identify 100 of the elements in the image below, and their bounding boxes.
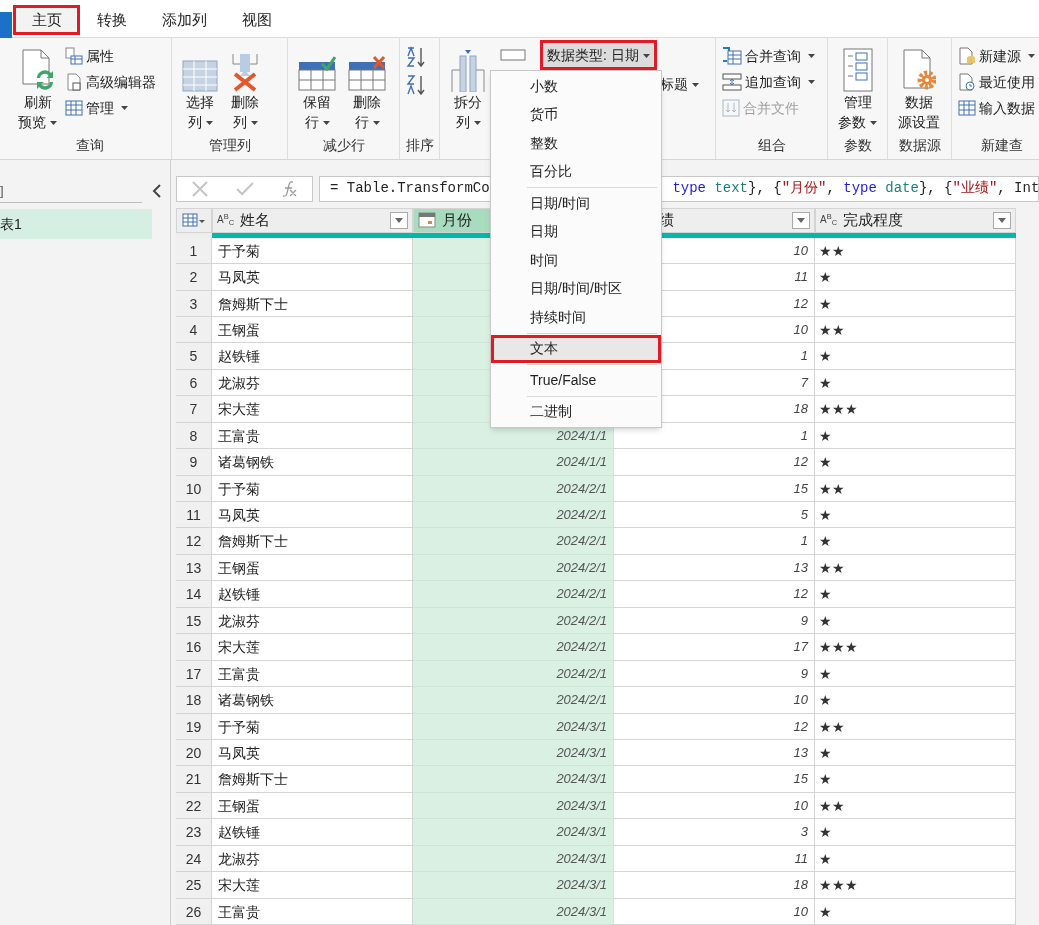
row-number: 23 — [176, 819, 212, 846]
row-number: 22 — [176, 792, 212, 820]
table-cell: ★ — [815, 581, 1016, 608]
table-cell: 2024/3/1 — [413, 898, 614, 925]
table-cell: 18 — [614, 872, 815, 899]
row-number: 1 — [176, 237, 212, 265]
table-cell: 马凤英 — [212, 502, 413, 529]
table-cell: 12 — [614, 713, 815, 740]
table-cell: 马凤英 — [212, 264, 413, 291]
table-cell: 15 — [614, 475, 815, 502]
table-cell: 12 — [614, 581, 815, 608]
table-cell: ★ — [815, 290, 1016, 317]
table-cell: ★ — [815, 343, 1016, 370]
row-number: 12 — [176, 528, 212, 555]
row-number: 13 — [176, 554, 212, 582]
row-number: 4 — [176, 316, 212, 344]
panel-header: ] — [0, 183, 4, 198]
table-cell: 5 — [614, 502, 815, 529]
table-cell: 17 — [614, 634, 815, 661]
table-cell: 王钢蛋 — [212, 554, 413, 582]
row-number: 2 — [176, 264, 212, 291]
table-cell: ★ — [815, 739, 1016, 767]
table-cell: 宋大莲 — [212, 396, 413, 423]
row-number: 14 — [176, 581, 212, 608]
table-cell: ★★★ — [815, 634, 1016, 661]
table-cell: 15 — [614, 766, 815, 793]
table-cell: ★ — [815, 502, 1016, 529]
table-cell: 诸葛钢铁 — [212, 687, 413, 714]
row-number: 8 — [176, 422, 212, 450]
table-cell: ★ — [815, 766, 1016, 793]
table-cell: 2024/3/1 — [413, 739, 614, 767]
table-cell: 王钢蛋 — [212, 792, 413, 820]
group-label: 管理列 — [207, 136, 252, 155]
table-cell: ★ — [815, 607, 1016, 635]
table-cell: 2024/2/1 — [413, 634, 614, 661]
table-cell: 2024/2/1 — [413, 528, 614, 555]
group-label: 排序 — [404, 136, 435, 155]
table-cell: ★ — [815, 845, 1016, 873]
row-number: 16 — [176, 634, 212, 661]
group-label: 查询 — [74, 136, 105, 155]
table-cell: 9 — [614, 660, 815, 688]
table-cell: 2024/2/1 — [413, 475, 614, 502]
table-cell: 赵铁锤 — [212, 581, 413, 608]
table-cell: 2024/2/1 — [413, 660, 614, 688]
table-cell: ★ — [815, 660, 1016, 688]
table-cell: 2024/2/1 — [413, 687, 614, 714]
table-cell: ★★★ — [815, 872, 1016, 899]
group-label: 新建查 — [979, 136, 1024, 155]
table-cell: ★ — [815, 687, 1016, 714]
row-number: 20 — [176, 739, 212, 767]
table-cell: 11 — [614, 845, 815, 873]
table-cell: 赵铁锤 — [212, 343, 413, 370]
row-number: 5 — [176, 343, 212, 370]
row-number: 17 — [176, 660, 212, 688]
table-cell: 2024/2/1 — [413, 607, 614, 635]
table-cell: 1 — [614, 528, 815, 555]
row-number: 9 — [176, 449, 212, 476]
table-cell: 詹姆斯下士 — [212, 766, 413, 793]
table-cell: 王钢蛋 — [212, 316, 413, 344]
table-cell: 王富贵 — [212, 422, 413, 450]
table-cell: 宋大莲 — [212, 872, 413, 899]
row-number: 18 — [176, 687, 212, 714]
row-number: 15 — [176, 607, 212, 635]
table-cell: 诸葛钢铁 — [212, 449, 413, 476]
table-cell: 龙淑芬 — [212, 607, 413, 635]
table-cell: 10 — [614, 687, 815, 714]
table-cell: 13 — [614, 739, 815, 767]
table-cell: ★★ — [815, 792, 1016, 820]
row-number: 19 — [176, 713, 212, 740]
table-cell: ★★★ — [815, 396, 1016, 423]
table-cell: 2024/3/1 — [413, 713, 614, 740]
table-cell: 9 — [614, 607, 815, 635]
table-cell: 3 — [614, 819, 815, 846]
table-cell: 2024/3/1 — [413, 845, 614, 873]
table-cell: 2024/2/1 — [413, 554, 614, 582]
table-cell: ★★ — [815, 713, 1016, 740]
row-number: 10 — [176, 475, 212, 502]
table-cell: ★ — [815, 449, 1016, 476]
table-cell: 龙淑芬 — [212, 845, 413, 873]
table-cell: ★ — [815, 819, 1016, 846]
table-cell: 于予菊 — [212, 237, 413, 265]
table-cell: 王富贵 — [212, 660, 413, 688]
table-cell: 詹姆斯下士 — [212, 528, 413, 555]
row-number: 7 — [176, 396, 212, 423]
table-cell: 13 — [614, 554, 815, 582]
table-cell: 2024/2/1 — [413, 502, 614, 529]
table-cell: 于予菊 — [212, 475, 413, 502]
table-cell: 10 — [614, 792, 815, 820]
table-cell: 詹姆斯下士 — [212, 290, 413, 317]
table-cell: 宋大莲 — [212, 634, 413, 661]
table-cell: ★★ — [815, 475, 1016, 502]
table-cell: 2024/3/1 — [413, 819, 614, 846]
row-number: 21 — [176, 766, 212, 793]
table-cell: 马凤英 — [212, 739, 413, 767]
row-number: 25 — [176, 872, 212, 899]
table-cell: 2024/3/1 — [413, 766, 614, 793]
table-cell: 2024/3/1 — [413, 872, 614, 899]
table-cell: 于予菊 — [212, 713, 413, 740]
row-number: 24 — [176, 845, 212, 873]
table-cell: 赵铁锤 — [212, 819, 413, 846]
